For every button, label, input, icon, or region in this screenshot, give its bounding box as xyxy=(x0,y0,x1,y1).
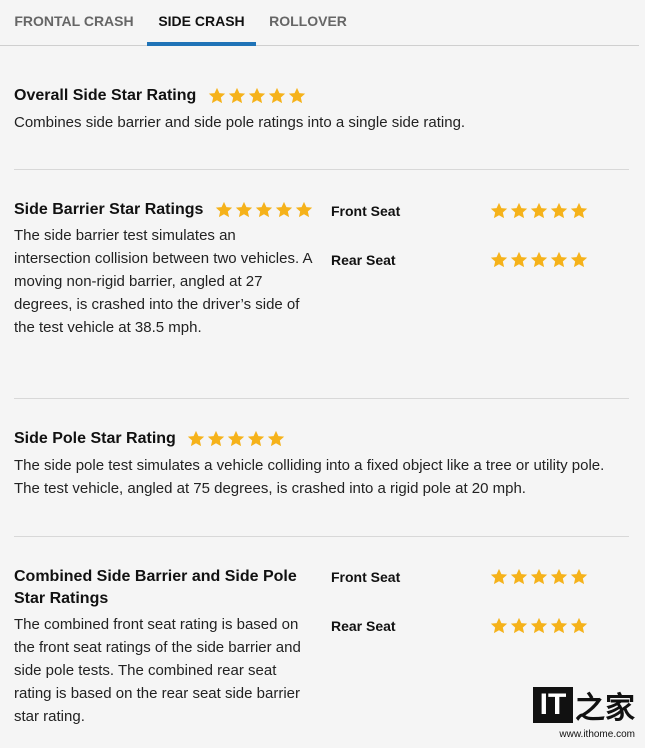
star-icon xyxy=(254,200,274,220)
star-icon xyxy=(509,201,529,221)
side-barrier-title: Side Barrier Star Ratings xyxy=(14,201,204,218)
star-icon xyxy=(294,200,314,220)
star-icon xyxy=(206,429,226,449)
star-icon xyxy=(247,86,267,106)
star-icon xyxy=(489,250,509,270)
side-pole-star-rating xyxy=(186,429,286,449)
star-icon xyxy=(569,567,589,587)
logo-mark: 之家 xyxy=(575,692,635,725)
star-icon xyxy=(569,616,589,636)
divider xyxy=(14,169,629,170)
star-icon xyxy=(266,429,286,449)
star-icon xyxy=(246,429,266,449)
side-barrier-section: Side Barrier Star Ratings The side barri… xyxy=(14,199,630,339)
star-icon xyxy=(549,616,569,636)
overall-title: Overall Side Star Rating xyxy=(14,87,197,104)
combined-rear-seat-star-rating xyxy=(489,616,589,636)
star-icon xyxy=(569,250,589,270)
star-icon xyxy=(509,616,529,636)
logo-url: www.ithome.com xyxy=(559,729,635,740)
star-icon xyxy=(489,567,509,587)
side-barrier-description: The side barrier test simulates an inter… xyxy=(14,227,312,336)
combined-rear-seat-label: Rear Seat xyxy=(331,618,396,634)
front-seat-label: Front Seat xyxy=(331,203,401,219)
star-icon xyxy=(227,86,247,106)
front-seat-star-rating xyxy=(489,201,589,221)
tab-frontal-crash[interactable]: FRONTAL CRASH xyxy=(10,0,138,45)
star-icon xyxy=(267,86,287,106)
divider xyxy=(14,398,629,399)
star-icon xyxy=(489,201,509,221)
star-icon xyxy=(234,200,254,220)
star-icon xyxy=(207,86,227,106)
tab-rollover[interactable]: ROLLOVER xyxy=(264,0,352,45)
star-icon xyxy=(549,201,569,221)
star-icon xyxy=(226,429,246,449)
star-icon xyxy=(274,200,294,220)
star-icon xyxy=(549,567,569,587)
ithome-watermark: IT 之家 www.ithome.com xyxy=(533,683,635,740)
tab-bar: FRONTAL CRASH SIDE CRASH ROLLOVER xyxy=(0,0,639,46)
star-icon xyxy=(489,616,509,636)
star-icon xyxy=(214,200,234,220)
side-pole-title: Side Pole Star Rating xyxy=(14,430,176,447)
star-icon xyxy=(549,250,569,270)
divider xyxy=(14,536,629,537)
star-icon xyxy=(529,616,549,636)
combined-front-seat-star-rating xyxy=(489,567,589,587)
logo-box: IT xyxy=(533,687,573,723)
star-icon xyxy=(287,86,307,106)
star-icon xyxy=(529,201,549,221)
star-icon xyxy=(186,429,206,449)
star-icon xyxy=(509,567,529,587)
side-pole-section: Side Pole Star Rating The side pole test… xyxy=(14,428,630,500)
tab-side-crash[interactable]: SIDE CRASH xyxy=(147,0,256,46)
star-icon xyxy=(529,250,549,270)
combined-description: The combined front seat rating is based … xyxy=(14,616,301,725)
side-barrier-star-rating xyxy=(214,200,314,220)
overall-star-rating xyxy=(207,86,307,106)
combined-title: Combined Side Barrier and Side Pole Star… xyxy=(14,568,297,607)
rear-seat-star-rating xyxy=(489,250,589,270)
combined-front-seat-label: Front Seat xyxy=(331,569,401,585)
star-icon xyxy=(569,201,589,221)
overall-section: Overall Side Star Rating Combines side b… xyxy=(14,85,630,134)
overall-description: Combines side barrier and side pole rati… xyxy=(14,114,466,131)
star-icon xyxy=(529,567,549,587)
star-icon xyxy=(509,250,529,270)
side-pole-description: The side pole test simulates a vehicle c… xyxy=(14,457,605,497)
rear-seat-label: Rear Seat xyxy=(331,252,396,268)
